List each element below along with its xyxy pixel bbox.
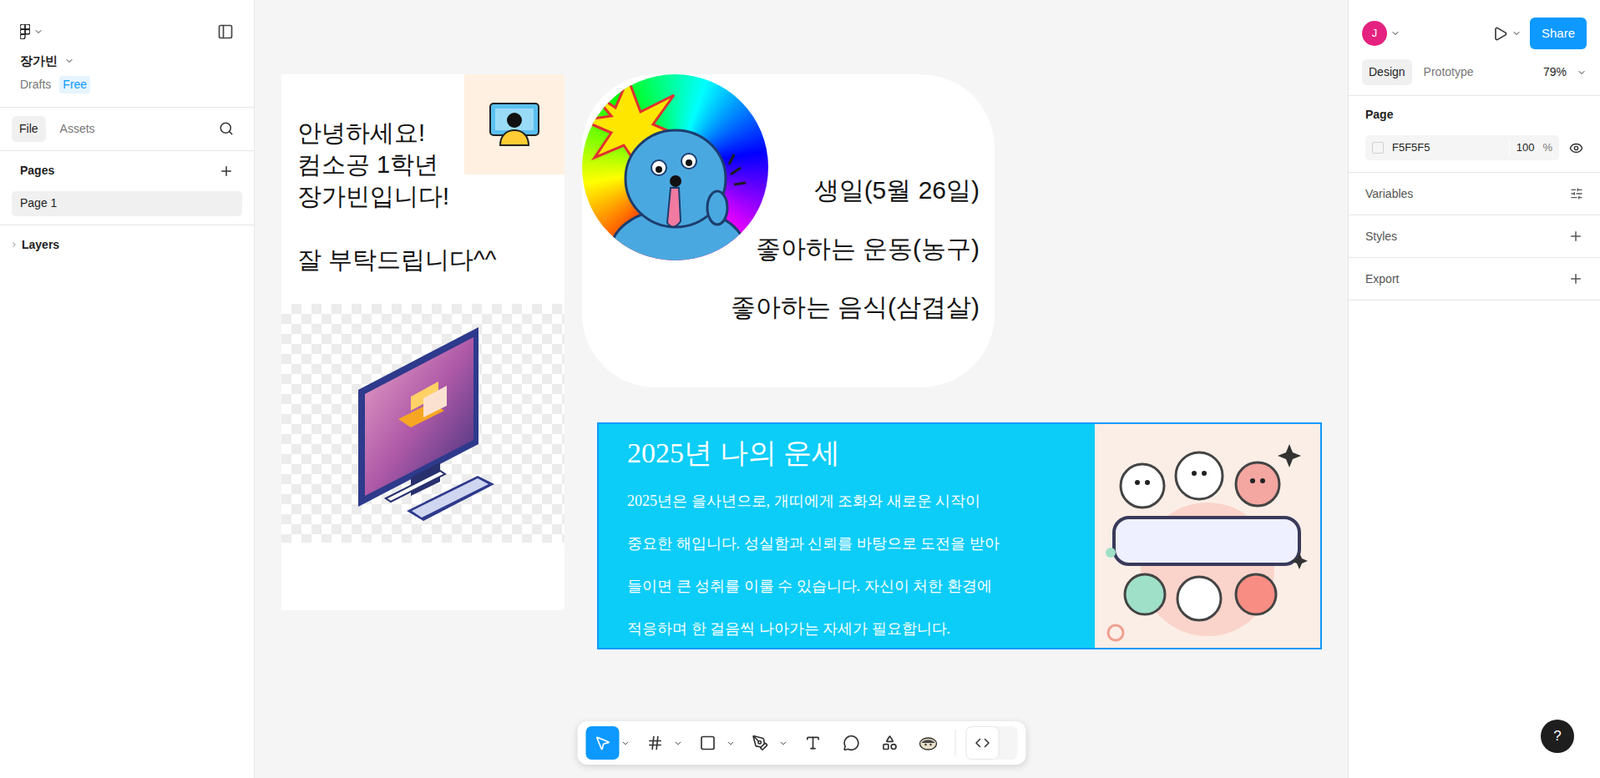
panel-section[interactable]: Variables: [1348, 172, 1600, 216]
fortune-card[interactable]: 2025년 나의 운세 2025년은 을사년으로, 개띠에게 조화와 새로운 시작…: [597, 422, 1322, 650]
frame-icon: [646, 734, 664, 752]
present-button[interactable]: [1492, 25, 1522, 42]
code-icon: [974, 735, 990, 751]
left-sidebar: 장가빈 Drafts Free FileAssets Pages Page 1 Layers: [0, 0, 255, 778]
page-color-field[interactable]: F5F5F5100%: [1365, 135, 1560, 161]
toolbar-tool[interactable]: [834, 726, 868, 760]
actions-icon: [881, 734, 898, 752]
chevron-right-icon: [10, 240, 19, 249]
move-icon: [593, 734, 611, 752]
page-section-title: Page: [1365, 106, 1584, 124]
add-page-icon[interactable]: [218, 163, 234, 179]
add-icon[interactable]: [1568, 228, 1584, 244]
bottom-toolbar: [577, 721, 1026, 765]
zodiac-animals-icon: [1098, 427, 1317, 645]
search-icon[interactable]: [218, 121, 234, 137]
canvas[interactable]: 안녕하세요!컴소공 1학년장가빈입니다!잘 부탁드립니다^^생일(5월 26일)…: [254, 0, 1348, 778]
visibility-eye-icon[interactable]: [1569, 141, 1584, 156]
fortune-line: 적응하며 한 걸음씩 나아가는 자세가 필요합니다.: [627, 607, 1095, 651]
color-swatch[interactable]: [1372, 141, 1384, 154]
settings-icon[interactable]: [1569, 187, 1584, 201]
profile-card[interactable]: 생일(5월 26일) 좋아하는 운동(농구) 좋아하는 음식(삼겹살): [582, 74, 995, 388]
chevron-down-icon: [725, 739, 735, 749]
chevron-down-icon: [778, 739, 788, 749]
chevron-down-icon: [673, 739, 683, 749]
chevron-down-icon: [1390, 28, 1401, 39]
chevron-down-icon: [64, 55, 75, 66]
dev-mode-toggle[interactable]: [965, 726, 1018, 760]
toolbar-divider: [954, 729, 956, 757]
profile-fact: 좋아하는 운동(농구): [755, 232, 980, 266]
toolbar-tool[interactable]: [911, 726, 945, 760]
intro-card[interactable]: 안녕하세요!컴소공 1학년장가빈입니다!잘 부탁드립니다^^: [281, 74, 565, 611]
panel-section[interactable]: Export: [1348, 258, 1600, 301]
main-menu-button[interactable]: [20, 24, 44, 40]
layers-header[interactable]: Layers: [0, 224, 254, 265]
panel-tab[interactable]: Prototype: [1417, 59, 1481, 86]
figma-logo-icon: [20, 24, 31, 40]
pen-icon: [751, 734, 769, 752]
computer-illustration: [281, 303, 565, 543]
panel-tab[interactable]: Design: [1362, 59, 1413, 86]
play-icon: [1492, 25, 1509, 42]
figma-app: 장가빈 Drafts Free FileAssets Pages Page 1 Layers…: [0, 0, 1600, 778]
sticker-image: [582, 74, 769, 261]
greeting-line: 장가빈입니다!: [297, 180, 565, 213]
file-location[interactable]: Drafts: [20, 75, 51, 94]
file-name[interactable]: 장가빈: [20, 51, 234, 71]
closing-line: 잘 부탁드립니다^^: [297, 243, 565, 276]
user-avatar[interactable]: J: [1362, 20, 1388, 46]
fortune-title: 2025년 나의 운세: [627, 435, 1095, 472]
avatar-tile: [464, 74, 565, 175]
toolbar-tool[interactable]: [872, 726, 907, 760]
panel-section[interactable]: Styles: [1348, 215, 1600, 259]
ai-tool-icon: [917, 734, 938, 752]
share-button[interactable]: Share: [1529, 17, 1587, 50]
help-button[interactable]: ?: [1540, 719, 1575, 754]
zoom-menu[interactable]: 79%: [1543, 63, 1587, 82]
rectangle-icon: [698, 734, 716, 752]
sidebar-tab[interactable]: File: [11, 116, 46, 142]
profile-fact: 좋아하는 음식(삼겹살): [730, 290, 980, 325]
toolbar-tool[interactable]: [690, 726, 739, 760]
chevron-down-icon: [1511, 28, 1522, 39]
panel-toggle-icon[interactable]: [217, 23, 234, 41]
pages-title: Pages: [20, 162, 55, 180]
profile-fact: 생일(5월 26일): [814, 173, 980, 208]
plan-badge[interactable]: Free: [59, 75, 91, 94]
toolbar-tool[interactable]: [795, 726, 830, 760]
user-menu[interactable]: J: [1362, 20, 1401, 46]
fortune-line: 중요한 해입니다. 성실함과 신뢰를 바탕으로 도전을 받아: [627, 522, 1095, 566]
chevron-down-icon: [620, 739, 630, 749]
comment-icon: [842, 734, 860, 752]
seal-sticker-icon: [582, 74, 769, 261]
toolbar-tool[interactable]: [585, 726, 633, 760]
chevron-down-icon: [33, 26, 44, 37]
toolbar-tool[interactable]: [637, 726, 686, 760]
add-icon[interactable]: [1568, 271, 1584, 287]
text-icon: [804, 734, 821, 752]
new-year-image: [1094, 424, 1321, 649]
page-item[interactable]: Page 1: [11, 191, 243, 217]
fortune-line: 들이면 큰 성취를 이룰 수 있습니다. 자신이 처한 환경에: [627, 565, 1095, 608]
chevron-down-icon: [1576, 67, 1587, 78]
right-panel: J Share DesignPrototype 79% Page F5F5F5100% Va…: [1347, 0, 1600, 778]
sidebar-tab[interactable]: Assets: [52, 116, 103, 142]
fortune-line: 2025년은 을사년으로, 개띠에게 조화와 새로운 시작이: [627, 480, 1095, 523]
person-monitor-icon: [488, 101, 541, 147]
toolbar-tool[interactable]: [743, 726, 791, 760]
computer-icon: [339, 318, 507, 528]
